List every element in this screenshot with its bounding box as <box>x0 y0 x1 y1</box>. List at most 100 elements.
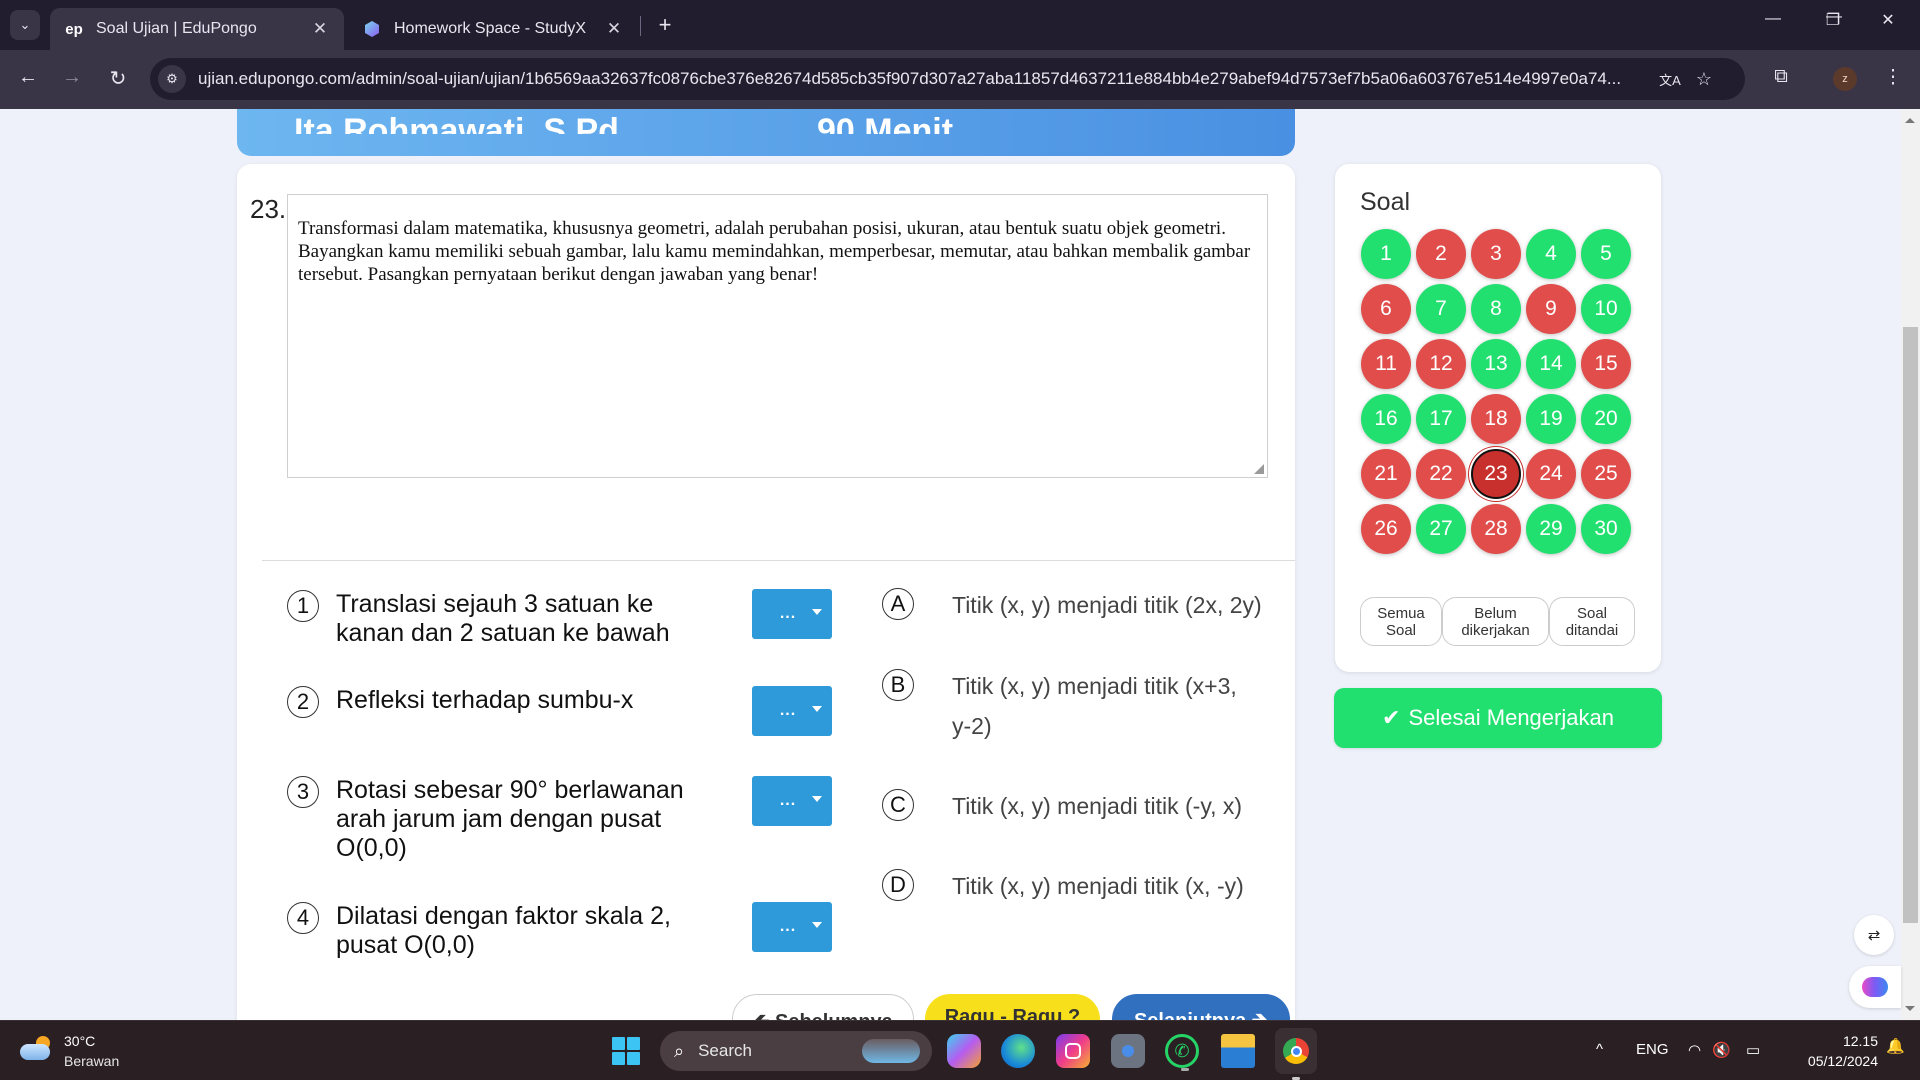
restore-button[interactable]: ❐ <box>1813 10 1853 30</box>
start-button[interactable] <box>612 1037 640 1065</box>
filter-unanswered-button[interactable]: Belum dikerjakan <box>1442 597 1549 646</box>
translate-icon[interactable]: 文A <box>1653 70 1687 89</box>
translate-extension-button[interactable]: ⇄ <box>1854 915 1894 955</box>
minimize-button[interactable]: — <box>1753 10 1793 28</box>
option-item: D Titik (x, y) menjadi titik (x, -y) <box>882 869 1262 906</box>
camera-app-icon[interactable] <box>1111 1034 1145 1068</box>
question-nav-button[interactable]: 1 <box>1361 229 1411 279</box>
filter-group: Semua Soal Belum dikerjakan Soal ditanda… <box>1360 597 1635 646</box>
question-nav-button[interactable]: 16 <box>1361 394 1411 444</box>
close-tab-icon[interactable]: ✕ <box>310 19 330 39</box>
question-nav-button[interactable]: 13 <box>1471 339 1521 389</box>
next-button[interactable]: Selanjutnya 🡺 <box>1112 994 1290 1020</box>
question-nav-button[interactable]: 17 <box>1416 394 1466 444</box>
filter-marked-button[interactable]: Soal ditandai <box>1549 597 1635 646</box>
profile-avatar[interactable]: z <box>1833 67 1857 91</box>
question-nav-button[interactable]: 15 <box>1581 339 1631 389</box>
browser-menu-icon[interactable]: ⋮ <box>1878 66 1908 89</box>
wifi-icon[interactable]: ◠ <box>1688 1041 1701 1059</box>
question-nav-button[interactable]: 14 <box>1526 339 1576 389</box>
question-nav-button[interactable]: 30 <box>1581 504 1631 554</box>
tab-search-button[interactable]: ⌄ <box>10 10 40 40</box>
bookmark-star-icon[interactable]: ☆ <box>1687 69 1721 90</box>
question-card: 23. Transformasi dalam matematika, khusu… <box>237 164 1295 1020</box>
scroll-thumb[interactable] <box>1903 327 1918 923</box>
edupongo-logo-icon: ep <box>65 20 83 38</box>
question-nav-button[interactable]: 18 <box>1471 394 1521 444</box>
question-nav-button[interactable]: 6 <box>1361 284 1411 334</box>
question-nav-button[interactable]: 21 <box>1361 449 1411 499</box>
close-tab-icon[interactable]: ✕ <box>604 19 624 39</box>
copilot-app-icon[interactable] <box>947 1034 981 1068</box>
reload-button[interactable]: ↻ <box>104 66 132 91</box>
instagram-app-icon[interactable] <box>1056 1034 1090 1068</box>
input-language[interactable]: ENG <box>1636 1041 1669 1058</box>
question-nav-button[interactable]: 8 <box>1471 284 1521 334</box>
previous-button[interactable]: 🡸 Sebelumnya <box>732 994 914 1020</box>
clock-date[interactable]: 05/12/2024 <box>1788 1053 1878 1069</box>
tab-soal-ujian[interactable]: ep Soal Ujian | EduPongo ✕ <box>50 8 344 50</box>
edge-app-icon[interactable] <box>1001 1034 1035 1068</box>
question-nav-button[interactable]: 27 <box>1416 504 1466 554</box>
weather-description[interactable]: Berawan <box>64 1053 119 1069</box>
new-tab-button[interactable]: + <box>652 12 678 38</box>
question-nav-button[interactable]: 10 <box>1581 284 1631 334</box>
resize-handle-icon[interactable] <box>1254 464 1264 474</box>
windows-logo-icon <box>627 1037 640 1050</box>
clock-time[interactable]: 12.15 <box>1828 1033 1878 1049</box>
question-nav-button[interactable]: 20 <box>1581 394 1631 444</box>
weather-temperature[interactable]: 30°C <box>64 1033 95 1049</box>
battery-icon[interactable]: ▭ <box>1746 1041 1760 1059</box>
question-nav-button[interactable]: 3 <box>1471 229 1521 279</box>
doubt-button[interactable]: Ragu - Ragu ? <box>925 994 1100 1020</box>
window-close-button[interactable]: ✕ <box>1868 10 1908 30</box>
chrome-app-icon[interactable] <box>1275 1028 1317 1080</box>
weather-cloud-icon[interactable] <box>20 1036 54 1062</box>
filter-all-button[interactable]: Semua Soal <box>1360 597 1442 646</box>
ai-assistant-button[interactable] <box>1849 966 1901 1008</box>
whatsapp-app-icon[interactable]: ✆ <box>1165 1034 1199 1071</box>
caret-down-icon <box>812 922 822 928</box>
address-bar[interactable]: ⚙ ujian.edupongo.com/admin/soal-ujian/uj… <box>150 58 1745 100</box>
page-viewport: Ita Rohmawati, S.Pd. 90 Menit 23. Transf… <box>0 109 1901 1020</box>
question-nav-button[interactable]: 25 <box>1581 449 1631 499</box>
url-text[interactable]: ujian.edupongo.com/admin/soal-ujian/ujia… <box>198 69 1653 89</box>
scroll-down-icon[interactable] <box>1905 1006 1915 1011</box>
question-nav-button[interactable]: 7 <box>1416 284 1466 334</box>
tab-homework-space[interactable]: Homework Space - StudyX ✕ <box>348 8 638 50</box>
question-nav-button[interactable]: 9 <box>1526 284 1576 334</box>
file-explorer-app-icon[interactable] <box>1221 1034 1255 1068</box>
page-scrollbar[interactable] <box>1901 109 1920 1020</box>
question-nav-button[interactable]: 4 <box>1526 229 1576 279</box>
question-nav-button[interactable]: 23 <box>1471 449 1521 499</box>
browser-tab-bar: ⌄ ep Soal Ujian | EduPongo ✕ Homework Sp… <box>0 0 1920 50</box>
question-nav-button[interactable]: 24 <box>1526 449 1576 499</box>
extensions-icon[interactable]: ⧉ <box>1766 66 1796 88</box>
question-nav-button[interactable]: 11 <box>1361 339 1411 389</box>
answer-select-1[interactable]: ... <box>752 589 832 639</box>
site-info-icon[interactable]: ⚙ <box>158 65 186 93</box>
finish-exam-button[interactable]: ✔ Selesai Mengerjakan <box>1334 688 1662 748</box>
volume-muted-icon[interactable]: 🔇 <box>1712 1041 1731 1059</box>
show-hidden-icons-button[interactable]: ^ <box>1596 1041 1603 1058</box>
back-button[interactable]: ← <box>14 66 42 89</box>
question-nav-button[interactable]: 29 <box>1526 504 1576 554</box>
answer-select-3[interactable]: ... <box>752 776 832 826</box>
question-nav-button[interactable]: 22 <box>1416 449 1466 499</box>
answer-select-2[interactable]: ... <box>752 686 832 736</box>
question-text: Transformasi dalam matematika, khususnya… <box>298 218 1251 285</box>
question-nav-button[interactable]: 12 <box>1416 339 1466 389</box>
forward-button[interactable]: → <box>58 66 86 89</box>
question-number: 23. <box>250 194 287 224</box>
option-letter: C <box>882 789 914 821</box>
notifications-icon[interactable]: 🔔 <box>1886 1037 1905 1055</box>
scroll-up-icon[interactable] <box>1905 118 1915 123</box>
question-nav-button[interactable]: 2 <box>1416 229 1466 279</box>
answer-select-4[interactable]: ... <box>752 902 832 952</box>
taskbar-search[interactable]: ⌕ Search <box>660 1031 932 1071</box>
tab-separator <box>640 16 641 36</box>
question-nav-button[interactable]: 26 <box>1361 504 1411 554</box>
question-nav-button[interactable]: 5 <box>1581 229 1631 279</box>
question-nav-button[interactable]: 19 <box>1526 394 1576 444</box>
question-nav-button[interactable]: 28 <box>1471 504 1521 554</box>
